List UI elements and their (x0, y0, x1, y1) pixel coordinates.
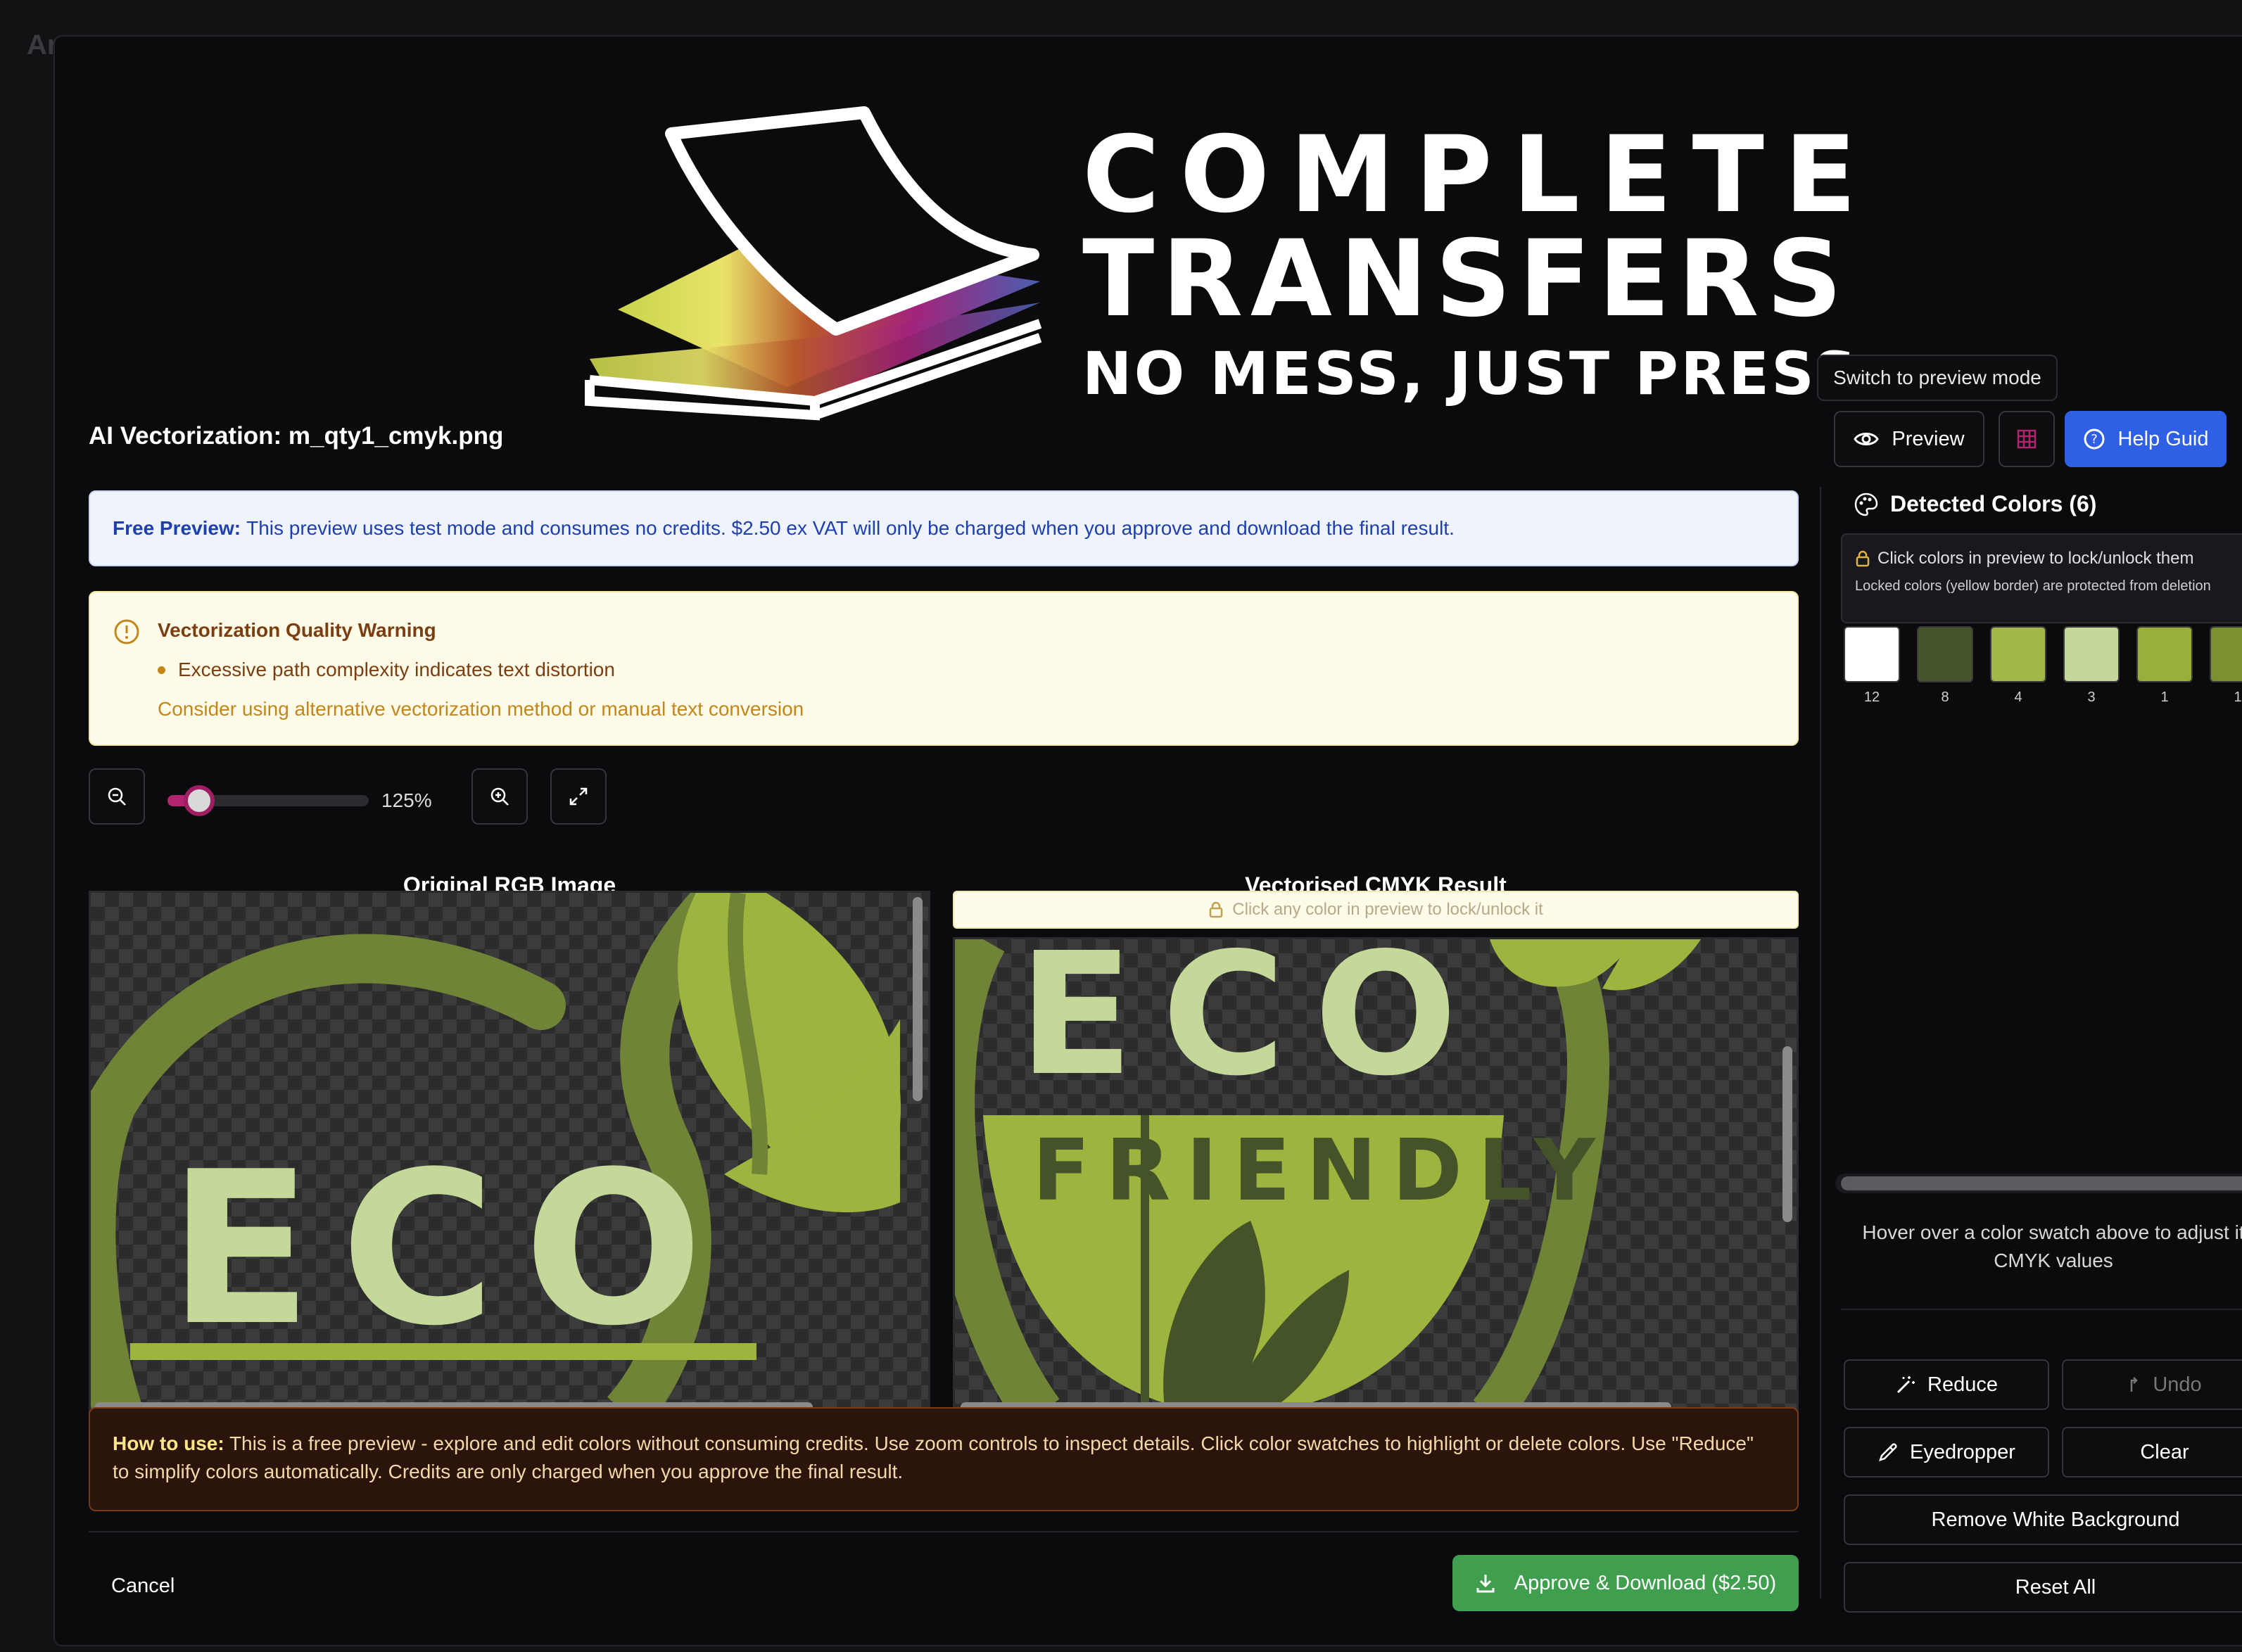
remove-white-background-label: Remove White Background (1931, 1508, 2180, 1531)
hover-hint: Hover over a color swatch above to adjus… (1862, 1221, 2242, 1271)
dialog-title: AI Vectorization: m_qty1_cmyk.png (89, 422, 504, 450)
zoom-in-icon (490, 787, 509, 806)
original-image-pane[interactable]: ECO (89, 891, 930, 1416)
remove-white-background-button[interactable]: Remove White Background (1844, 1494, 2242, 1545)
original-eco-text: ECO (168, 1126, 731, 1372)
how-to-use-text: This is a free preview - explore and edi… (113, 1432, 1754, 1482)
color-swatch-count: 3 (2087, 690, 2096, 705)
eyedropper-button[interactable]: Eyedropper (1844, 1427, 2049, 1478)
color-swatch-count: 12 (1863, 690, 1880, 705)
original-artwork: ECO (91, 893, 901, 1413)
warning-bullet: Excessive path complexity indicates text… (158, 659, 615, 681)
result-friendly-text: FRIENDLY (1032, 1122, 1611, 1220)
color-swatch[interactable] (2063, 626, 2120, 682)
result-eco-text: ECO (1018, 939, 1486, 1113)
footer-divider (89, 1531, 1799, 1532)
color-swatch[interactable] (2136, 626, 2193, 682)
clear-label: Clear (2140, 1440, 2189, 1463)
reduce-label: Reduce (1927, 1373, 1998, 1396)
clear-button[interactable]: Clear (2062, 1427, 2242, 1478)
result-artwork: ECO FRIENDLY (955, 939, 1701, 1413)
eyedropper-icon (1879, 1443, 1897, 1461)
lock-info-line-1: Click colors in preview to lock/unlock t… (1877, 549, 2194, 568)
original-scrollbar-vertical[interactable] (913, 897, 923, 1101)
free-preview-banner: Free Preview: This preview uses test mod… (89, 490, 1799, 566)
warning-bullet-text: Excessive path complexity indicates text… (178, 659, 615, 680)
zoom-out-icon (108, 787, 126, 806)
undo-label: Undo (2153, 1373, 2202, 1396)
color-swatch[interactable] (1844, 626, 1900, 682)
logo-line-3: NO MESS, JUST PRESS (1082, 339, 1856, 408)
side-scrollbar[interactable] (1841, 1176, 2242, 1190)
result-lock-hint-text: Click any color in preview to lock/unloc… (1232, 900, 1543, 919)
color-swatch-count: 1 (2234, 690, 2242, 705)
reset-all-button[interactable]: Reset All (1844, 1562, 2242, 1613)
complete-transfers-logo: COMPLETE TRANSFERS NO MESS, JUST PRESS (585, 106, 1856, 421)
side-panel-divider (1820, 487, 1821, 1599)
approve-download-button[interactable]: Approve & Download ($2.50) (1452, 1555, 1799, 1611)
expand-icon (569, 787, 588, 806)
grid-icon (2017, 429, 2037, 449)
color-swatch-count: 8 (1941, 690, 1949, 705)
grid-view-button[interactable] (1999, 411, 2055, 467)
eye-icon (1854, 433, 1880, 445)
zoom-level: 125% (381, 789, 432, 811)
color-swatch-count: 1 (2160, 690, 2169, 705)
vectorization-dialog: COMPLETE TRANSFERS NO MESS, JUST PRESS A… (53, 35, 2242, 1646)
detected-colors-title: Detected Colors (6) (1854, 491, 2096, 517)
preview-button-label: Preview (1892, 427, 1965, 450)
magic-wand-icon (1896, 1376, 1915, 1394)
approve-download-label: Approve & Download ($2.50) (1514, 1571, 1777, 1594)
zoom-in-button[interactable] (471, 768, 528, 825)
lock-info-box: Click colors in preview to lock/unlock t… (1841, 533, 2242, 623)
preview-tooltip: Switch to preview mode (1817, 355, 2058, 401)
side-actions-divider (1841, 1309, 2242, 1310)
help-icon: ? (2084, 428, 2105, 450)
undo-icon (2131, 1377, 2139, 1392)
help-guide-label: Help Guid (2117, 427, 2209, 450)
detected-colors-title-text: Detected Colors (6) (1890, 491, 2097, 516)
undo-button[interactable]: Undo (2062, 1359, 2242, 1410)
quality-warning: Vectorization Quality Warning Excessive … (89, 591, 1799, 746)
lock-icon (1209, 901, 1223, 918)
zoom-slider-handle[interactable] (183, 785, 215, 816)
lock-icon (1856, 550, 1870, 567)
eyedropper-label: Eyedropper (1910, 1440, 2015, 1463)
free-preview-text: This preview uses test mode and consumes… (246, 517, 1455, 539)
zoom-slider[interactable] (167, 785, 369, 816)
download-icon (1476, 1575, 1495, 1593)
lock-info-line-2: Locked colors (yellow border) are protec… (1855, 578, 2211, 594)
fullscreen-button[interactable] (550, 768, 607, 825)
how-to-use-bold: How to use: (113, 1432, 224, 1454)
result-scrollbar-vertical[interactable] (1782, 1046, 1792, 1222)
cancel-button[interactable]: Cancel (111, 1575, 175, 1598)
color-swatch[interactable] (1917, 626, 1973, 682)
how-to-use-box: How to use: This is a free preview - exp… (89, 1407, 1799, 1511)
result-lock-hint: Click any color in preview to lock/unloc… (953, 891, 1799, 929)
color-swatch[interactable] (2210, 626, 2242, 682)
preview-button[interactable]: Preview (1834, 411, 1984, 467)
help-guide-button[interactable]: ? Help Guid (2065, 411, 2227, 467)
warning-hint: Consider using alternative vectorization… (158, 698, 804, 720)
zoom-out-button[interactable] (89, 768, 145, 825)
palette-icon (1854, 493, 1878, 516)
reduce-button[interactable]: Reduce (1844, 1359, 2049, 1410)
free-preview-bold: Free Preview: (113, 517, 241, 539)
color-swatch-count: 4 (2014, 690, 2022, 705)
result-image-pane[interactable]: ECO FRIENDLY (953, 937, 1799, 1416)
svg-text:?: ? (2091, 432, 2098, 447)
reset-all-label: Reset All (2015, 1575, 2096, 1599)
alert-circle-icon (114, 619, 139, 644)
logo-line-2: TRANSFERS (1082, 218, 1842, 341)
warning-title: Vectorization Quality Warning (158, 619, 436, 641)
color-swatch[interactable] (1990, 626, 2046, 682)
